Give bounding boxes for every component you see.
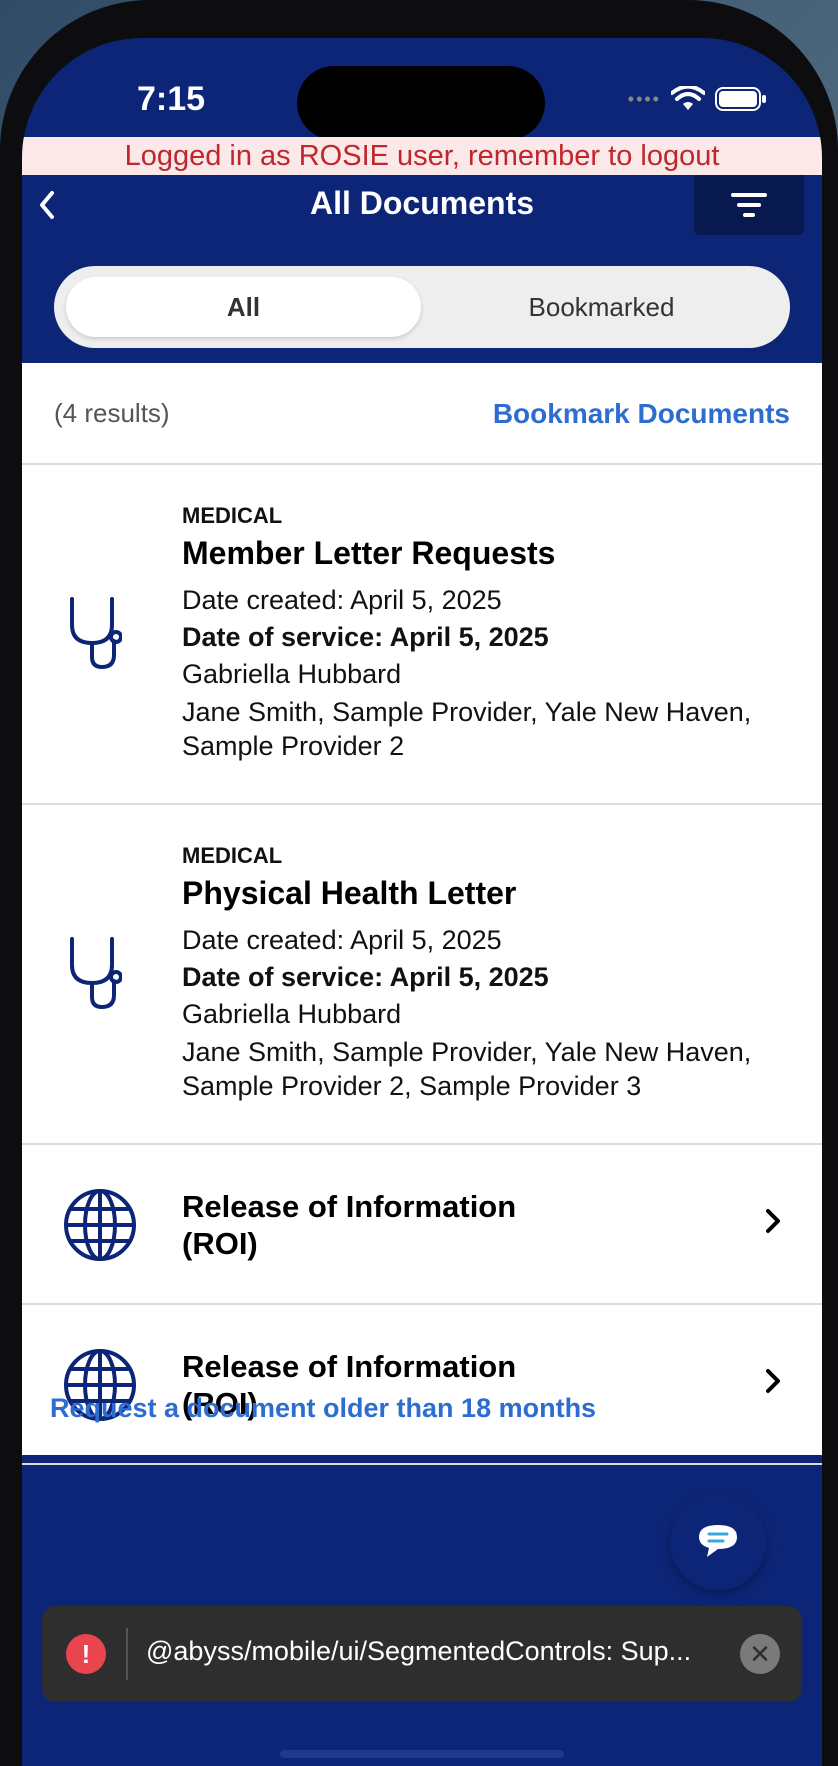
chevron-right-icon <box>766 1369 780 1393</box>
document-item[interactable]: MEDICAL Member Letter Requests Date crea… <box>22 465 822 805</box>
close-icon[interactable]: ✕ <box>740 1634 780 1674</box>
chat-bubble-icon <box>699 1525 737 1557</box>
results-header: (4 results) Bookmark Documents <box>22 363 822 465</box>
rosie-banner: Logged in as ROSIE user, remember to log… <box>22 137 822 175</box>
battery-icon <box>715 87 766 111</box>
wifi-icon <box>671 86 705 110</box>
nav-bar: All Documents <box>22 175 822 245</box>
toast-divider <box>126 1628 128 1680</box>
providers-line-2: Sample Provider 2 <box>182 731 405 761</box>
filter-button[interactable] <box>694 175 804 235</box>
status-time: 7:15 <box>137 80 206 118</box>
error-toast[interactable]: ! @abyss/mobile/ui/SegmentedControls: Su… <box>42 1606 802 1702</box>
cellular-signal-icon: •••• <box>627 88 661 109</box>
app-screen: 7:15 •••• Logged in as ROSIE user, remem… <box>22 38 822 1766</box>
globe-icon <box>64 1189 136 1261</box>
document-item[interactable]: Release of Information (ROI) <box>22 1145 822 1305</box>
segment-all[interactable]: All <box>66 277 421 337</box>
stethoscope-icon <box>70 597 122 670</box>
document-title: Member Letter Requests <box>182 535 556 571</box>
home-indicator[interactable] <box>280 1750 564 1758</box>
document-category: MEDICAL <box>182 503 283 528</box>
date-created: Date created: April 5, 2025 <box>182 585 502 615</box>
results-count: (4 results) <box>54 398 170 428</box>
chevron-right-icon <box>766 1209 780 1233</box>
chat-button[interactable] <box>670 1494 766 1590</box>
patient-name: Gabriella Hubbard <box>182 659 402 689</box>
status-bar: 7:15 •••• <box>22 38 822 140</box>
bookmark-documents-link[interactable]: Bookmark Documents <box>493 398 790 430</box>
request-older-document-link[interactable]: Request a document older than 18 months <box>50 1393 596 1424</box>
segment-bookmarked[interactable]: Bookmarked <box>424 277 779 337</box>
error-icon: ! <box>66 1634 106 1674</box>
filter-icon <box>731 193 767 217</box>
document-item[interactable]: Release of Information (ROI) <box>22 1305 822 1465</box>
date-created: Date created: April 5, 2025 <box>182 925 502 955</box>
phone-frame: 7:15 •••• Logged in as ROSIE user, remem… <box>0 0 838 1766</box>
document-title-line-1: Release of Information <box>182 1349 517 1384</box>
dynamic-island <box>297 66 545 140</box>
document-category: MEDICAL <box>182 843 283 868</box>
date-of-service: Date of service: April 5, 2025 <box>182 622 549 652</box>
patient-name: Gabriella Hubbard <box>182 999 402 1029</box>
toast-message: @abyss/mobile/ui/SegmentedControls: Sup.… <box>146 1636 692 1666</box>
document-title-line-1: Release of Information <box>182 1189 517 1224</box>
providers-line-1: Jane Smith, Sample Provider, Yale New Ha… <box>182 1037 752 1067</box>
document-title-line-2: (ROI) <box>182 1226 258 1261</box>
segmented-control: All Bookmarked <box>54 266 790 348</box>
stethoscope-icon <box>70 937 122 1010</box>
document-title: Physical Health Letter <box>182 875 517 911</box>
document-item[interactable]: MEDICAL Physical Health Letter Date crea… <box>22 805 822 1145</box>
providers-line-1: Jane Smith, Sample Provider, Yale New Ha… <box>182 697 752 727</box>
providers-line-2: Sample Provider 2, Sample Provider 3 <box>182 1071 642 1101</box>
date-of-service: Date of service: April 5, 2025 <box>182 962 549 992</box>
status-indicators: •••• <box>628 86 767 112</box>
document-list: (4 results) Bookmark Documents MEDICAL M… <box>22 363 822 1465</box>
